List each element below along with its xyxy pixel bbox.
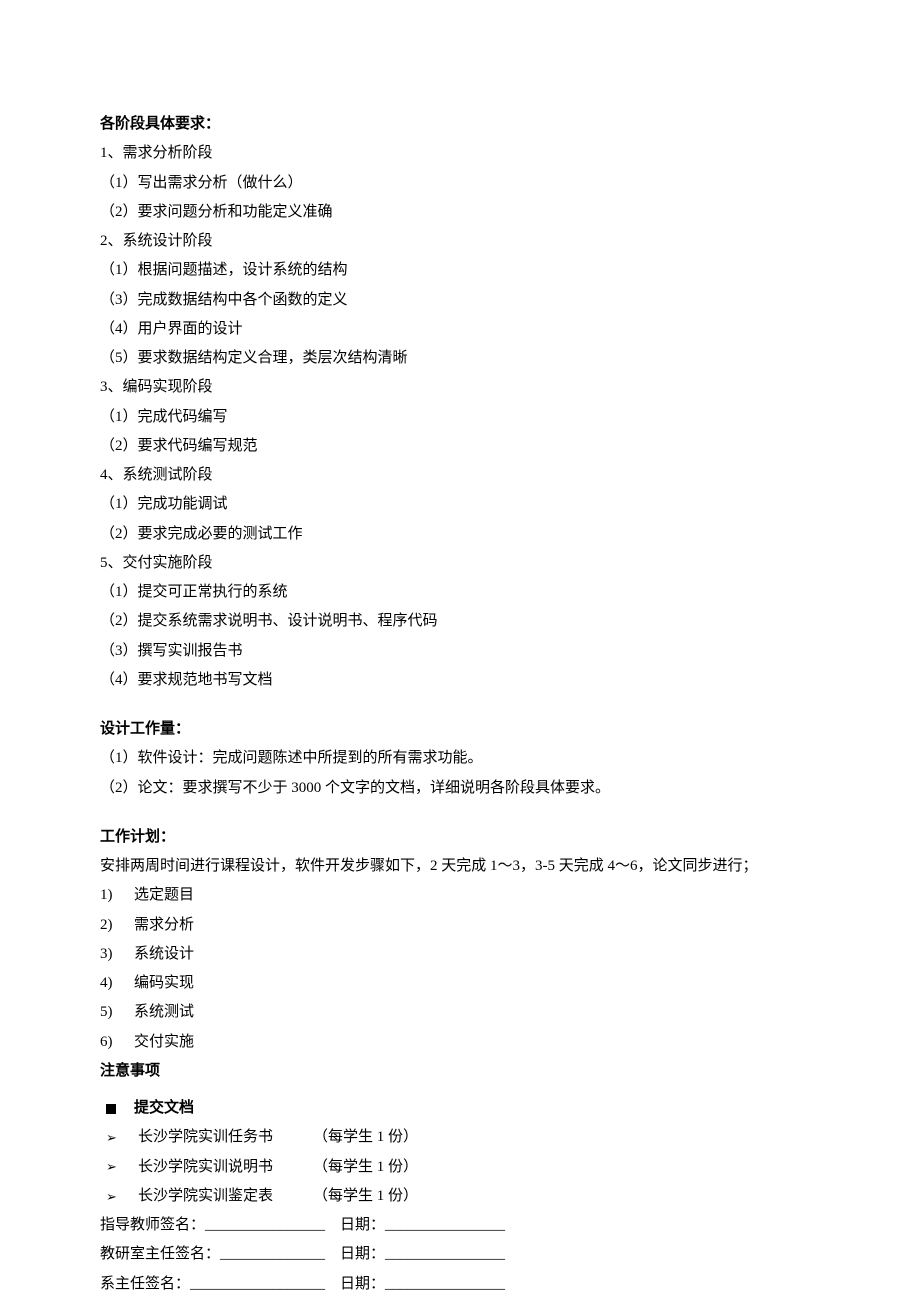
- signature-row-1: 指导教师签名：________________ 日期：_____________…: [100, 1211, 820, 1240]
- section1-title: 各阶段具体要求：: [100, 110, 820, 139]
- doc-row-1: ➢ 长沙学院实训任务书 （每学生 1 份）: [100, 1123, 820, 1152]
- doc-3-name: 长沙学院实训鉴定表: [138, 1182, 313, 1211]
- phase-2-item-1: （1）根据问题描述，设计系统的结构: [100, 256, 820, 285]
- phase-4-item-2: （2）要求完成必要的测试工作: [100, 520, 820, 549]
- arrow-bullet-icon: ➢: [106, 1154, 118, 1179]
- submit-heading: 提交文档: [134, 1094, 194, 1123]
- step-2: 2) 需求分析: [100, 911, 820, 940]
- square-bullet-icon: [106, 1104, 116, 1114]
- signature-row-3: 系主任签名：__________________ 日期：____________…: [100, 1270, 820, 1299]
- doc-1-qty: （每学生 1 份）: [313, 1123, 418, 1152]
- doc-row-3: ➢ 长沙学院实训鉴定表 （每学生 1 份）: [100, 1182, 820, 1211]
- doc-2-name: 长沙学院实训说明书: [138, 1153, 313, 1182]
- submit-heading-row: 提交文档: [100, 1094, 820, 1123]
- phase-3-item-1: （1）完成代码编写: [100, 403, 820, 432]
- phase-5-item-1: （1）提交可正常执行的系统: [100, 578, 820, 607]
- phase-3-heading: 3、编码实现阶段: [100, 373, 820, 402]
- arrow-bullet-icon: ➢: [106, 1125, 118, 1150]
- step-6-text: 交付实施: [134, 1028, 194, 1057]
- step-6-num: 6): [100, 1028, 134, 1057]
- step-4-num: 4): [100, 969, 134, 998]
- phase-2-heading: 2、系统设计阶段: [100, 227, 820, 256]
- phase-1: 1、需求分析阶段 （1）写出需求分析（做什么） （2）要求问题分析和功能定义准确: [100, 139, 820, 227]
- step-5-text: 系统测试: [134, 998, 194, 1027]
- section3-title: 工作计划：: [100, 823, 820, 852]
- section2-item-1: （1）软件设计：完成问题陈述中所提到的所有需求功能。: [100, 744, 820, 773]
- phase-3: 3、编码实现阶段 （1）完成代码编写 （2）要求代码编写规范: [100, 373, 820, 461]
- phase-4-heading: 4、系统测试阶段: [100, 461, 820, 490]
- phase-4-item-1: （1）完成功能调试: [100, 490, 820, 519]
- doc-row-2: ➢ 长沙学院实训说明书 （每学生 1 份）: [100, 1153, 820, 1182]
- arrow-bullet-icon: ➢: [106, 1184, 118, 1209]
- section2-item-2: （2）论文：要求撰写不少于 3000 个文字的文档，详细说明各阶段具体要求。: [100, 774, 820, 803]
- doc-1-name: 长沙学院实训任务书: [138, 1123, 313, 1152]
- phase-3-item-2: （2）要求代码编写规范: [100, 432, 820, 461]
- step-4: 4) 编码实现: [100, 969, 820, 998]
- step-2-text: 需求分析: [134, 911, 194, 940]
- doc-3-qty: （每学生 1 份）: [313, 1182, 418, 1211]
- section3-intro: 安排两周时间进行课程设计，软件开发步骤如下，2 天完成 1～3，3-5 天完成 …: [100, 852, 820, 881]
- phase-2-item-2: （3）完成数据结构中各个函数的定义: [100, 286, 820, 315]
- step-4-text: 编码实现: [134, 969, 194, 998]
- phase-5: 5、交付实施阶段 （1）提交可正常执行的系统 （2）提交系统需求说明书、设计说明…: [100, 549, 820, 695]
- phase-5-item-4: （4）要求规范地书写文档: [100, 666, 820, 695]
- section2-title: 设计工作量：: [100, 715, 820, 744]
- phase-2-item-3: （4）用户界面的设计: [100, 315, 820, 344]
- phase-5-heading: 5、交付实施阶段: [100, 549, 820, 578]
- phase-2: 2、系统设计阶段 （1）根据问题描述，设计系统的结构 （3）完成数据结构中各个函…: [100, 227, 820, 373]
- phase-5-item-3: （3）撰写实训报告书: [100, 637, 820, 666]
- phase-1-item-2: （2）要求问题分析和功能定义准确: [100, 198, 820, 227]
- phase-5-item-2: （2）提交系统需求说明书、设计说明书、程序代码: [100, 607, 820, 636]
- step-3: 3) 系统设计: [100, 940, 820, 969]
- section4-title: 注意事项: [100, 1057, 820, 1086]
- signature-row-2: 教研室主任签名：______________ 日期：______________…: [100, 1240, 820, 1269]
- step-5: 5) 系统测试: [100, 998, 820, 1027]
- phase-4: 4、系统测试阶段 （1）完成功能调试 （2）要求完成必要的测试工作: [100, 461, 820, 549]
- step-1-text: 选定题目: [134, 881, 194, 910]
- step-5-num: 5): [100, 998, 134, 1027]
- step-2-num: 2): [100, 911, 134, 940]
- phase-2-item-4: （5）要求数据结构定义合理，类层次结构清晰: [100, 344, 820, 373]
- step-1-num: 1): [100, 881, 134, 910]
- phase-1-heading: 1、需求分析阶段: [100, 139, 820, 168]
- step-3-text: 系统设计: [134, 940, 194, 969]
- step-3-num: 3): [100, 940, 134, 969]
- doc-2-qty: （每学生 1 份）: [313, 1153, 418, 1182]
- step-6: 6) 交付实施: [100, 1028, 820, 1057]
- phase-1-item-1: （1）写出需求分析（做什么）: [100, 169, 820, 198]
- step-1: 1) 选定题目: [100, 881, 820, 910]
